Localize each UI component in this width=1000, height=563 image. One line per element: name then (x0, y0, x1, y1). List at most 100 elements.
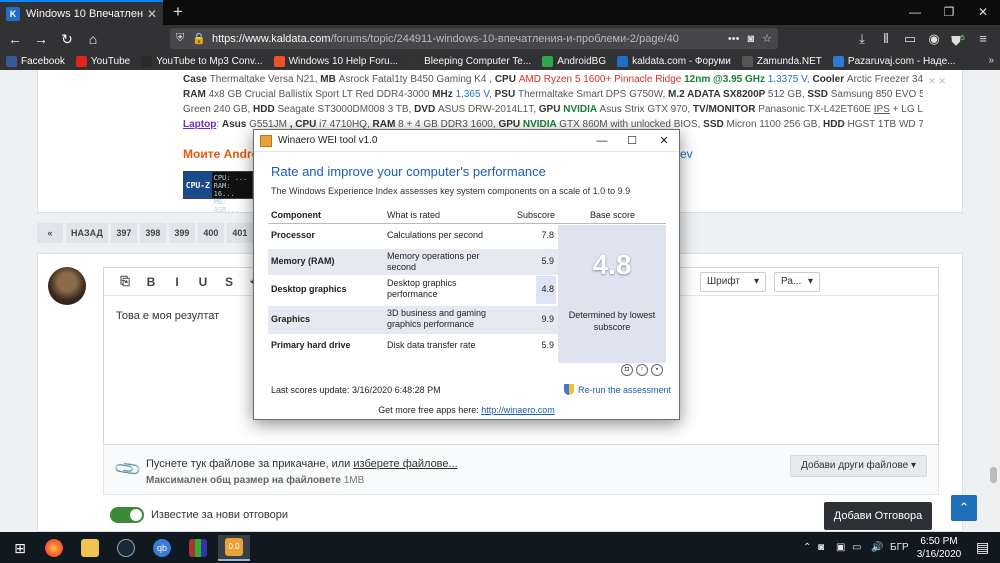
start-button[interactable]: ⊞ (4, 535, 36, 561)
bookmark-item[interactable]: Pazaruvaj.com - Наде... (832, 55, 955, 67)
first-page-button[interactable]: « (37, 223, 63, 243)
window-close-button[interactable]: ✕ (964, 0, 1000, 25)
upload-icon[interactable]: ↑ (636, 364, 648, 376)
new-tab-button[interactable]: + (168, 0, 188, 25)
bookmark-item[interactable]: Zamunda.NET (741, 55, 822, 67)
address-bar[interactable]: ⛨ 🔒 https://www.kaldata.com/forums/topic… (170, 28, 778, 49)
bookmark-favicon-icon (741, 55, 753, 67)
qbittorrent-taskbar-icon[interactable]: qb (146, 535, 178, 561)
save-icon[interactable]: ▪ (651, 364, 663, 376)
browser-tab[interactable]: K Windows 10 Впечатления и п... ✕ (0, 0, 163, 25)
cpuz-text: CPU: ... RAM: 16... MB: ASR... (212, 172, 252, 214)
rerun-assessment-link[interactable]: Re-run the assessment (564, 384, 671, 395)
volume-icon[interactable]: 🔊 (871, 532, 883, 563)
winaero-link[interactable]: http://winaero.com (481, 405, 555, 415)
signature-segment: 1.3375 V, (767, 74, 813, 85)
signature-segment: MB (320, 74, 339, 85)
cpuz-badge[interactable]: CPU-Z CPU: ... RAM: 16... MB: ASR... (183, 171, 253, 214)
signature-segment: Cooler (812, 74, 847, 85)
window-minimize-button[interactable]: — (896, 0, 934, 25)
bookmark-star-icon[interactable]: ☆ (762, 32, 772, 45)
attachment-zone[interactable]: 📎 Пуснете тук файлове за прикачане, или … (103, 445, 939, 495)
base-score-note: Determined by lowest subscore (568, 310, 656, 332)
window-restore-button[interactable]: ❐ (930, 0, 968, 25)
source-icon[interactable]: ⎘ (112, 274, 138, 289)
underline-icon[interactable]: U (190, 275, 216, 289)
clock-time: 6:50 PM (920, 536, 958, 547)
bookmark-favicon-icon (6, 55, 17, 67)
forward-button[interactable]: → (28, 26, 54, 52)
page-number-button[interactable]: 401 (226, 223, 253, 243)
downloads-icon[interactable]: ⤓ (851, 25, 873, 52)
page-scrollbar[interactable] (987, 70, 1000, 532)
explorer-taskbar-icon[interactable] (74, 535, 106, 561)
library-icon[interactable]: ⫴ (875, 25, 897, 52)
sidebar-icon[interactable]: ▭ (899, 25, 921, 52)
menu-icon[interactable]: ≡ (972, 25, 994, 52)
tray-app-icon[interactable]: ▣ (836, 532, 845, 563)
notify-toggle[interactable] (110, 507, 144, 523)
bold-icon[interactable]: B (138, 275, 164, 289)
prev-page-button[interactable]: НАЗАД (66, 223, 108, 243)
signature-android-link[interactable]: Моите Andro (183, 147, 259, 161)
submit-reply-button[interactable]: Добави Отговора (824, 502, 932, 530)
bookmark-favicon-icon (409, 55, 421, 67)
italic-icon[interactable]: I (164, 275, 190, 289)
tracking-shield-icon[interactable]: ⛨ (176, 32, 184, 45)
bookmarks-overflow-icon[interactable]: » (988, 52, 994, 70)
bookmark-item[interactable]: YouTube (75, 55, 130, 67)
steam-taskbar-icon[interactable] (110, 535, 142, 561)
extension-shield-icon[interactable]: ⛊5 (947, 25, 969, 52)
page-actions-icon[interactable]: ••• (728, 33, 740, 45)
avatar[interactable] (48, 267, 86, 305)
tray-chevron-icon[interactable]: ⌃ (803, 532, 811, 563)
page-number-button[interactable]: 399 (168, 223, 195, 243)
page-number-button[interactable]: 397 (110, 223, 137, 243)
tray-app-icon[interactable]: ◙ (818, 532, 824, 563)
pocket-icon[interactable]: ◙ (747, 33, 754, 45)
wei-tool-taskbar-icon[interactable]: 0.0 (218, 535, 250, 561)
signature-segment[interactable]: Laptop (183, 119, 216, 130)
bookmark-item[interactable]: Facebook (6, 55, 65, 67)
account-icon[interactable]: ◉ (923, 25, 945, 52)
lock-icon[interactable]: 🔒 (192, 32, 206, 45)
clock[interactable]: 6:50 PM 3/16/2020 (908, 535, 970, 561)
url-text[interactable]: https://www.kaldata.com/forums/topic/244… (212, 33, 720, 45)
network-icon[interactable]: ▭ (852, 532, 861, 563)
scrollbar-thumb[interactable] (990, 467, 997, 483)
font-select[interactable]: Шрифт ▾ (700, 272, 766, 292)
bookmark-item[interactable]: Windows 10 Help Foru... (273, 55, 398, 67)
scroll-to-top-button[interactable]: ⌃ (951, 495, 977, 521)
signature-segment: Seagate ST3000DM008 3 TB, (277, 104, 415, 115)
tab-title: Windows 10 Впечатления и п... (26, 7, 143, 20)
wei-what-rated: 3D business and gaming graphics performa… (387, 308, 487, 329)
camera-icon[interactable]: ◘ (621, 364, 633, 376)
tab-close-icon[interactable]: ✕ (147, 7, 157, 21)
language-indicator[interactable]: БГР (890, 532, 909, 563)
home-button[interactable]: ⌂ (80, 26, 106, 52)
bookmark-item[interactable]: Bleeping Computer Te... (409, 55, 531, 67)
wei-minimize-button[interactable]: — (587, 130, 617, 152)
editor-content[interactable]: Това е моя резултат (116, 310, 219, 322)
signature-segment: ASUS DRW-2014L1T, (437, 104, 539, 115)
notify-replies[interactable]: Известие за нови отговори (110, 507, 288, 523)
wei-close-button[interactable]: ✕ (649, 130, 679, 152)
winrar-taskbar-icon[interactable] (182, 535, 214, 561)
choose-files-link[interactable]: изберете файлове... (353, 458, 457, 470)
last-update-text: Last scores update: 3/16/2020 6:48:28 PM (271, 385, 441, 395)
wei-maximize-button[interactable]: ☐ (617, 130, 647, 152)
signature-link-tail[interactable]: ev (680, 147, 693, 161)
bookmark-item[interactable]: kaldata.com - Форуми (617, 55, 731, 67)
firefox-taskbar-icon[interactable] (38, 535, 70, 561)
reload-button[interactable]: ↻ (54, 26, 80, 52)
action-center-icon[interactable]: ▤ (976, 539, 989, 556)
size-select[interactable]: Ра... ▾ (774, 272, 820, 292)
page-number-button[interactable]: 398 (139, 223, 166, 243)
bookmark-item[interactable]: AndroidBG (542, 55, 606, 67)
signature-toggle-icon[interactable]: ✕ ✕ (928, 76, 946, 87)
strikethrough-icon[interactable]: S (216, 275, 242, 289)
page-number-button[interactable]: 400 (197, 223, 224, 243)
back-button[interactable]: ← (2, 26, 28, 52)
bookmark-item[interactable]: YouTube to Mp3 Conv... (141, 55, 263, 67)
add-more-files-button[interactable]: Добави други файлове ▾ (790, 455, 927, 477)
